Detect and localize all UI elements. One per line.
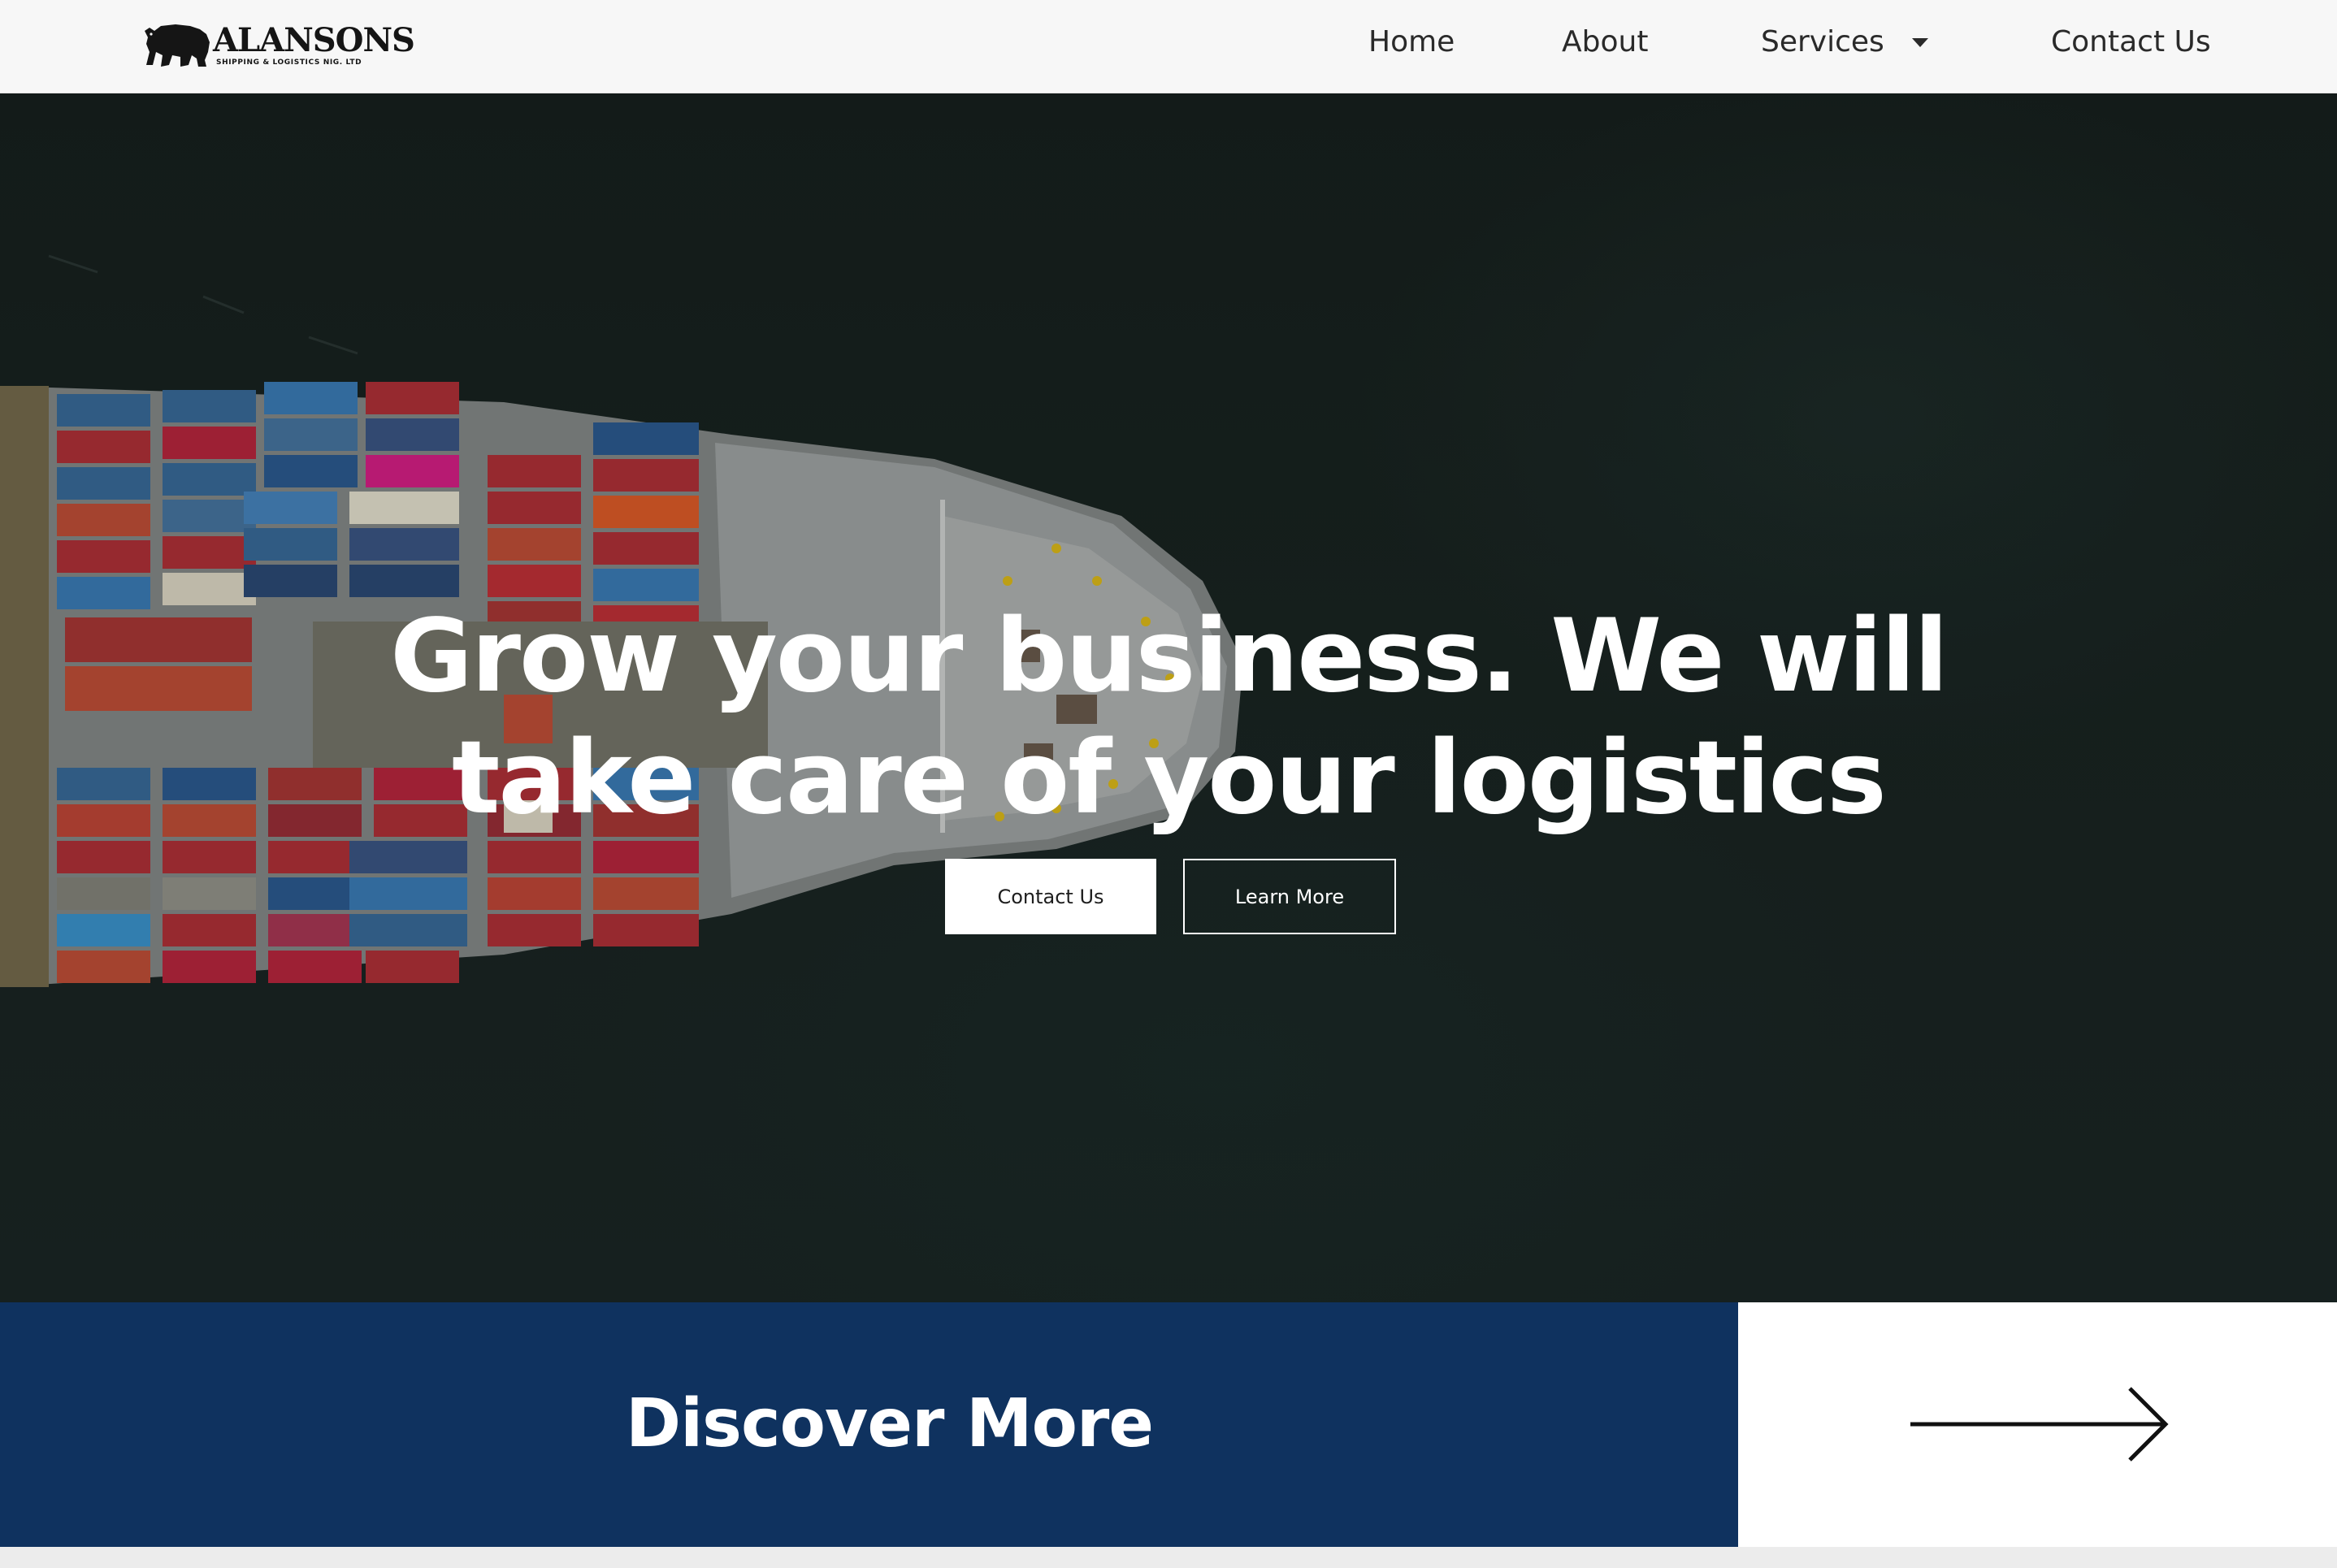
- discover-more-arrow-button[interactable]: [1738, 1302, 2337, 1547]
- nav-about[interactable]: About: [1562, 25, 1648, 58]
- discover-more-banner[interactable]: Discover More: [0, 1302, 1738, 1547]
- main-nav: Home About Services Contact Us: [0, 0, 2337, 93]
- hero-title: Grow your business. We will take care of…: [356, 596, 1981, 839]
- arrow-right-icon: [1910, 1387, 2169, 1462]
- bottom-strip: [0, 1547, 2337, 1568]
- hero-title-line-2: take care of your logistics: [452, 720, 1887, 837]
- discover-more-label: Discover More: [626, 1385, 1154, 1462]
- chevron-down-icon[interactable]: [1912, 38, 1928, 47]
- page: ALANSONS SHIPPING & LOGISTICS NIG. LTD H…: [0, 0, 2337, 1568]
- nav-services[interactable]: Services: [1761, 25, 1884, 58]
- hero-title-line-1: Grow your business. We will: [390, 598, 1949, 715]
- nav-home[interactable]: Home: [1368, 25, 1455, 58]
- hero-section: Grow your business. We will take care of…: [0, 93, 2337, 1302]
- hero-learn-more-button[interactable]: Learn More: [1183, 859, 1396, 934]
- hero-contact-us-button[interactable]: Contact Us: [945, 859, 1156, 934]
- site-header: ALANSONS SHIPPING & LOGISTICS NIG. LTD H…: [0, 0, 2337, 93]
- nav-contact-us[interactable]: Contact Us: [2051, 25, 2211, 58]
